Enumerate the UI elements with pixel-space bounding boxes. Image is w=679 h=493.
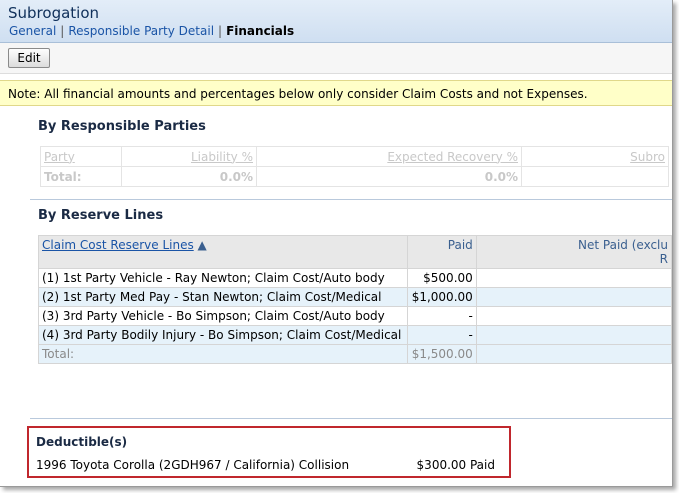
reserve-line-paid: $500.00 xyxy=(406,268,477,288)
sort-ascending-icon[interactable]: ▲ xyxy=(198,238,207,252)
reserve-line-name: (1) 1st Party Vehicle - Ray Newton; Clai… xyxy=(38,268,408,288)
column-net-paid[interactable]: Net Paid (exclu R xyxy=(475,235,672,269)
responsible-parties-table: Party Liability % Expected Recovery % Su… xyxy=(40,146,669,187)
tab-responsible-party-detail[interactable]: Responsible Party Detail xyxy=(68,24,214,38)
breadcrumb: General | Responsible Party Detail | Financi… xyxy=(9,24,295,38)
deductibles-title: Deductible(s) xyxy=(36,435,128,449)
subrogation-panel: Subrogation General | Responsible Party De… xyxy=(0,0,673,487)
deductibles-box: Deductible(s) 1996 Toyota Corolla (2GDH9… xyxy=(27,426,511,478)
tab-general[interactable]: General xyxy=(9,24,56,38)
total-recovery: 0.0% xyxy=(256,166,522,187)
column-claim-cost-reserve-lines[interactable]: Claim Cost Reserve Lines xyxy=(42,238,194,252)
tab-financials[interactable]: Financials xyxy=(226,24,294,38)
reserve-line-name: (2) 1st Party Med Pay - Stan Newton; Cla… xyxy=(38,287,408,307)
reserve-total-paid: $1,500.00 xyxy=(406,344,477,364)
page-header: Subrogation General | Responsible Party De… xyxy=(0,0,672,43)
reserve-line-name: (3) 3rd Party Vehicle - Bo Simpson; Clai… xyxy=(38,306,408,326)
table-row[interactable]: (1) 1st Party Vehicle - Ray Newton; Clai… xyxy=(38,268,672,288)
reserve-line-name: (4) 3rd Party Bodily Injury - Bo Simpson… xyxy=(38,325,408,345)
column-party[interactable]: Party xyxy=(44,150,75,164)
column-paid[interactable]: Paid xyxy=(406,235,477,269)
reserve-line-paid: - xyxy=(406,306,477,326)
total-liability: 0.0% xyxy=(121,166,257,187)
reserve-lines-table: Claim Cost Reserve Lines ▲ Paid Net Paid… xyxy=(38,235,672,364)
section-divider xyxy=(30,199,672,200)
total-label: Total: xyxy=(40,166,122,187)
page-title: Subrogation xyxy=(8,4,100,22)
deductible-amount: $300.00 Paid xyxy=(416,458,495,472)
column-expected-recovery[interactable]: Expected Recovery % xyxy=(387,150,518,164)
edit-button[interactable]: Edit xyxy=(8,48,50,68)
financials-note: Note: All financial amounts and percenta… xyxy=(0,80,672,106)
table-row[interactable]: (2) 1st Party Med Pay - Stan Newton; Cla… xyxy=(38,287,672,307)
deductible-item: 1996 Toyota Corolla (2GDH967 / Californi… xyxy=(36,458,350,472)
column-liability[interactable]: Liability % xyxy=(191,150,253,164)
toolbar: Edit xyxy=(0,43,672,74)
reserve-line-paid: - xyxy=(406,325,477,345)
table-row[interactable]: (3) 3rd Party Vehicle - Bo Simpson; Clai… xyxy=(38,306,672,326)
reserve-total-label: Total: xyxy=(38,344,408,364)
column-subro[interactable]: Subro xyxy=(630,150,665,164)
section-divider xyxy=(30,418,672,419)
table-row[interactable]: (4) 3rd Party Bodily Injury - Bo Simpson… xyxy=(38,325,672,345)
reserve-lines-title: By Reserve Lines xyxy=(38,208,164,223)
reserve-line-paid: $1,000.00 xyxy=(406,287,477,307)
responsible-parties-title: By Responsible Parties xyxy=(38,119,206,134)
